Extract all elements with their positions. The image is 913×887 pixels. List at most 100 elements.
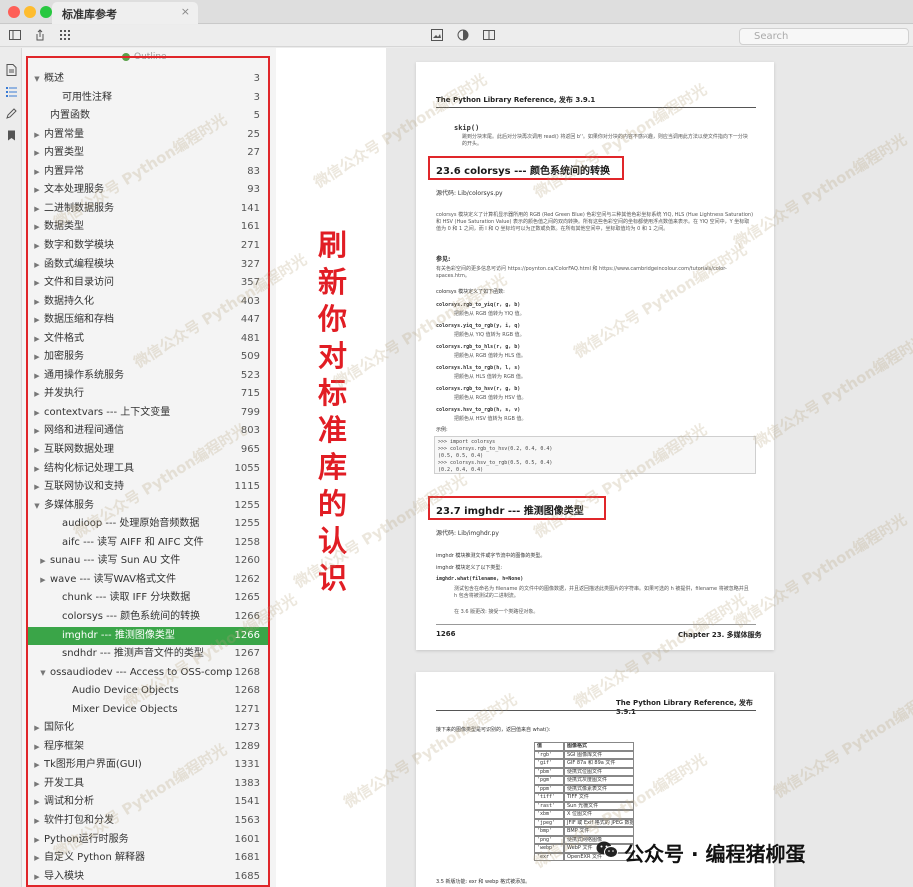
outline-item-label: sunau --- 读写 Sun AU 文件 xyxy=(50,555,181,567)
function-description: 把颜色从 HLS 值转为 RGB 值。 xyxy=(454,374,526,380)
disclosure-closed-icon[interactable]: ▶ xyxy=(33,163,41,181)
disclosure-closed-icon[interactable]: ▶ xyxy=(33,868,41,886)
imghdr-defines: imghdr 模块定义了以下类型: xyxy=(436,565,503,571)
outline-item[interactable]: ▶ 函数式编程模块 327 xyxy=(28,256,268,274)
outline-item[interactable]: ▶ 文本处理服务 93 xyxy=(28,181,268,199)
disclosure-closed-icon[interactable]: ▶ xyxy=(33,775,41,793)
skip-signature: skip() xyxy=(454,124,480,132)
disclosure-open-icon[interactable]: ▼ xyxy=(33,70,41,88)
function-signature: colorsys.hls_to_rgb(h, l, s) xyxy=(436,365,521,371)
disclosure-closed-icon[interactable]: ▶ xyxy=(33,738,41,756)
outline-item[interactable]: 内置函数 5 xyxy=(28,107,268,125)
minimize-window-button[interactable] xyxy=(24,6,36,18)
outline-item-label: 数字和数学模块 xyxy=(44,239,114,251)
outline-item[interactable]: ▶ 数字和数学模块 271 xyxy=(28,237,268,255)
outline-item[interactable]: ▶ 导入模块 1685 xyxy=(28,868,268,886)
outline-item[interactable]: ▶ 国际化 1273 xyxy=(28,719,268,737)
outline-item-page: 3 xyxy=(253,91,260,103)
outline-item-label: 函数式编程模块 xyxy=(44,258,114,270)
disclosure-closed-icon[interactable]: ▶ xyxy=(33,719,41,737)
zoom-window-button[interactable] xyxy=(40,6,52,18)
disclosure-closed-icon[interactable]: ▶ xyxy=(33,831,41,849)
outline-item[interactable]: ▶ 软件打包和分发 1563 xyxy=(28,812,268,830)
disclosure-closed-icon[interactable]: ▶ xyxy=(33,144,41,162)
outline-item-label: 概述 xyxy=(44,73,64,84)
outline-item[interactable]: aifc --- 读写 AIFF 和 AIFC 文件 1258 xyxy=(28,534,268,552)
sidebar-toggle-icon[interactable] xyxy=(8,29,22,43)
outline-item-page: 447 xyxy=(240,314,260,326)
contrast-icon[interactable] xyxy=(456,29,470,43)
disclosure-closed-icon[interactable]: ▶ xyxy=(33,849,41,867)
tab-close-icon[interactable]: × xyxy=(181,5,190,18)
outline-item[interactable]: ▼ 概述 3 xyxy=(28,70,268,88)
disclosure-closed-icon[interactable]: ▶ xyxy=(33,812,41,830)
search-input[interactable]: Search xyxy=(739,28,909,45)
disclosure-closed-icon[interactable]: ▶ xyxy=(33,200,41,218)
disclosure-closed-icon[interactable]: ▶ xyxy=(33,367,41,385)
outline-item[interactable]: chunk --- 读取 IFF 分块数据 1265 xyxy=(28,589,268,607)
function-description: 把颜色从 RGB 值转为 HSV 值。 xyxy=(454,395,527,401)
disclosure-closed-icon[interactable]: ▶ xyxy=(33,311,41,329)
disclosure-closed-icon[interactable]: ▶ xyxy=(33,181,41,199)
disclosure-closed-icon[interactable]: ▶ xyxy=(33,422,41,440)
outline-item[interactable]: ▶ 并发执行 715 xyxy=(28,385,268,403)
outline-item-page: 1265 xyxy=(234,592,260,604)
outline-item-label: 文本处理服务 xyxy=(44,184,104,196)
outline-item-label: 网络和进程间通信 xyxy=(44,425,124,437)
outline-item[interactable]: ▶ 内置常量 25 xyxy=(28,126,268,144)
disclosure-closed-icon[interactable]: ▶ xyxy=(33,793,41,811)
outline-item[interactable]: ▶ sunau --- 读写 Sun AU 文件 1260 xyxy=(28,552,268,570)
disclosure-open-icon[interactable]: ▼ xyxy=(33,497,41,515)
grid-view-icon[interactable] xyxy=(58,29,72,43)
book-view-icon[interactable] xyxy=(482,29,496,43)
outline-item[interactable]: ▶ 通用操作系统服务 523 xyxy=(28,367,268,385)
table-cell: 'rast' xyxy=(534,801,564,810)
outline-item-page: 1685 xyxy=(234,870,260,882)
disclosure-closed-icon[interactable]: ▶ xyxy=(33,385,41,403)
table-cell: 'gif' xyxy=(534,759,564,768)
outline-item[interactable]: ▶ wave --- 读写WAV格式文件 1262 xyxy=(28,571,268,589)
disclosure-closed-icon[interactable]: ▶ xyxy=(33,274,41,292)
disclosure-closed-icon[interactable]: ▶ xyxy=(33,441,41,459)
disclosure-open-icon[interactable]: ▼ xyxy=(39,664,47,682)
annotation-char: 库 xyxy=(318,450,348,484)
image-view-icon[interactable] xyxy=(430,29,444,43)
share-icon[interactable] xyxy=(33,29,47,43)
outline-item-page: 3 xyxy=(253,73,260,84)
outline-item[interactable]: 可用性注释 3 xyxy=(28,89,268,107)
outline-item-page: 1255 xyxy=(234,499,260,511)
outline-item-page: 1268 xyxy=(234,666,260,678)
disclosure-closed-icon[interactable]: ▶ xyxy=(33,126,41,144)
close-window-button[interactable] xyxy=(8,6,20,18)
table-cell: 便携式像素表文件 xyxy=(564,784,634,793)
outline-list-icon[interactable] xyxy=(5,86,18,99)
table-cell: 便携式灰度图文件 xyxy=(564,776,634,785)
outline-item[interactable]: ▶ 程序框架 1289 xyxy=(28,738,268,756)
table-cell: 'jpeg' xyxy=(534,818,564,827)
bookmark-icon[interactable] xyxy=(5,130,18,143)
disclosure-closed-icon[interactable]: ▶ xyxy=(33,756,41,774)
disclosure-closed-icon[interactable]: ▶ xyxy=(33,478,41,496)
table-cell: 'xbm' xyxy=(534,810,564,819)
disclosure-closed-icon[interactable]: ▶ xyxy=(39,552,47,570)
outline-item[interactable]: Mixer Device Objects 1271 xyxy=(28,701,268,719)
outline-item-page: 1541 xyxy=(234,796,260,808)
outline-item[interactable]: audioop --- 处理原始音频数据 1255 xyxy=(28,515,268,533)
outline-item-page: 1681 xyxy=(234,852,260,864)
page-icon[interactable] xyxy=(5,64,18,77)
disclosure-closed-icon[interactable]: ▶ xyxy=(33,256,41,274)
disclosure-closed-icon[interactable]: ▶ xyxy=(33,330,41,348)
colorsys-intro: colorsys 模块定义了计算机显示器所用的 RGB (Red Green B… xyxy=(436,212,754,232)
disclosure-closed-icon[interactable]: ▶ xyxy=(33,460,41,478)
document-tab[interactable]: 标准库参考 × xyxy=(52,2,198,24)
disclosure-closed-icon[interactable]: ▶ xyxy=(33,348,41,366)
disclosure-closed-icon[interactable]: ▶ xyxy=(39,571,47,589)
outline-item[interactable]: ▶ Tk图形用户界面(GUI) 1331 xyxy=(28,756,268,774)
disclosure-closed-icon[interactable]: ▶ xyxy=(33,237,41,255)
outline-item-label: contextvars --- 上下文变量 xyxy=(44,406,171,418)
outline-item[interactable]: ▶ contextvars --- 上下文变量 799 xyxy=(28,404,268,422)
pen-icon[interactable] xyxy=(5,108,18,121)
disclosure-closed-icon[interactable]: ▶ xyxy=(33,293,41,311)
disclosure-closed-icon[interactable]: ▶ xyxy=(33,404,41,422)
disclosure-closed-icon[interactable]: ▶ xyxy=(33,218,41,236)
